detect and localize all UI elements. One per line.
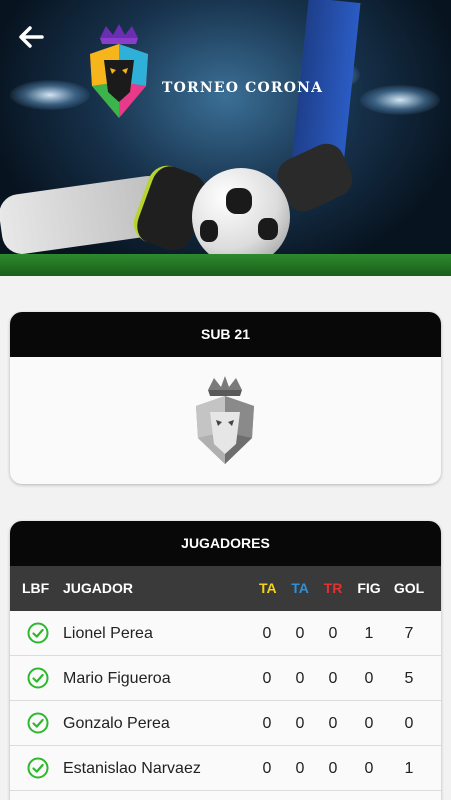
player-gol: 1 xyxy=(404,760,414,777)
player-ta-yellow: 0 xyxy=(262,670,272,687)
player-fig: 0 xyxy=(364,760,374,777)
ball-patch xyxy=(200,220,218,242)
team-lion-logo xyxy=(196,376,254,464)
player-ta-blue: 0 xyxy=(295,715,305,732)
player-fig: 0 xyxy=(364,715,374,732)
col-fig: FIG xyxy=(357,580,381,596)
check-circle-icon xyxy=(27,757,49,779)
player-tr: 0 xyxy=(328,670,338,687)
team-card: SUB 21 xyxy=(10,312,441,484)
tournament-name: TORNEO CORONA xyxy=(162,80,324,96)
player-name: Mario Figueroa xyxy=(63,670,171,687)
col-gol: GOL xyxy=(393,580,425,596)
check-circle-icon xyxy=(27,622,49,644)
lion-crown-logo xyxy=(90,24,148,118)
check-circle-icon xyxy=(27,667,49,689)
pitch-grass xyxy=(0,254,451,276)
stadium-light xyxy=(10,80,90,110)
player-gol: 5 xyxy=(404,670,414,687)
table-row[interactable]: Lionel Perea 0 0 0 1 7 xyxy=(10,611,441,656)
ball-patch xyxy=(258,218,278,240)
player-ta-blue: 0 xyxy=(295,625,305,642)
players-card: JUGADORES LBF JUGADOR TA TA TR FIG GOL L… xyxy=(10,521,441,800)
col-ta-yellow: TA xyxy=(259,580,277,596)
player-ta-yellow: 0 xyxy=(262,715,272,732)
col-ta-blue: TA xyxy=(291,580,309,596)
player-ta-blue: 0 xyxy=(295,670,305,687)
players-title: JUGADORES xyxy=(10,521,441,566)
player-ta-blue: 0 xyxy=(295,760,305,777)
hero-banner: TORNEO CORONA xyxy=(0,0,451,276)
player-name: Estanislao Narvaez xyxy=(63,760,201,777)
player-fig: 1 xyxy=(364,625,374,642)
team-title: SUB 21 xyxy=(10,312,441,357)
players-table-header: LBF JUGADOR TA TA TR FIG GOL xyxy=(10,566,441,611)
player-ta-yellow: 0 xyxy=(262,760,272,777)
table-row[interactable]: Estanislao Narvaez 0 0 0 0 1 xyxy=(10,746,441,791)
table-row[interactable]: Gonzalo Perea 0 0 0 0 0 xyxy=(10,701,441,746)
player-gol: 0 xyxy=(404,715,414,732)
col-tr: TR xyxy=(323,580,343,596)
col-jugador: JUGADOR xyxy=(63,580,134,596)
col-lbf: LBF xyxy=(22,580,50,596)
player-name: Gonzalo Perea xyxy=(63,715,170,732)
player-tr: 0 xyxy=(328,715,338,732)
player-fig: 0 xyxy=(364,670,374,687)
check-circle-icon xyxy=(27,712,49,734)
stadium-light xyxy=(360,85,440,115)
ball-patch xyxy=(226,188,252,214)
player-name: Lionel Perea xyxy=(63,625,153,642)
back-arrow-icon[interactable] xyxy=(16,22,46,52)
player-ta-yellow: 0 xyxy=(262,625,272,642)
table-row[interactable]: Mario Figueroa 0 0 0 0 5 xyxy=(10,656,441,701)
player-gol: 7 xyxy=(404,625,414,642)
soccer-ball xyxy=(192,168,290,266)
player-tr: 0 xyxy=(328,760,338,777)
player-tr: 0 xyxy=(328,625,338,642)
